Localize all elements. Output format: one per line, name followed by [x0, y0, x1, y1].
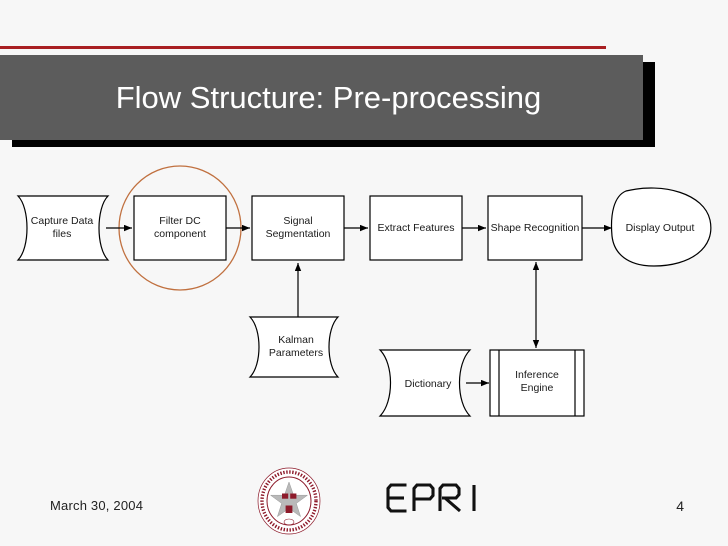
node-label: Parameters — [269, 347, 323, 359]
slide: Flow Structure: Pre-processing Capture D… — [0, 0, 728, 546]
node-extract-features: Extract Features — [369, 195, 463, 261]
node-label: Shape Recognition — [491, 222, 580, 234]
node-label: files — [53, 228, 72, 240]
node-dictionary: Dictionary — [378, 349, 472, 417]
node-label: Display Output — [626, 222, 695, 234]
node-label: Filter DC — [159, 215, 201, 227]
title-rule — [0, 46, 606, 49]
footer-date: March 30, 2004 — [50, 498, 144, 513]
node-label: Inference — [515, 369, 559, 381]
university-seal-logo — [254, 466, 324, 536]
footer-page-number: 4 — [676, 498, 684, 514]
title-bar: Flow Structure: Pre-processing — [0, 55, 643, 140]
epri-logo — [385, 482, 489, 514]
node-shape-recognition: Shape Recognition — [487, 195, 583, 261]
node-filter-dc-component: Filter DC component — [133, 195, 227, 261]
page-title: Flow Structure: Pre-processing — [115, 79, 542, 115]
node-label: Dictionary — [405, 378, 452, 390]
node-label: Kalman — [278, 334, 314, 346]
node-label: Engine — [521, 382, 554, 394]
flowchart: Capture Data files Filter DC component S… — [0, 150, 728, 450]
node-label: Extract Features — [377, 222, 454, 234]
node-label: Segmentation — [266, 228, 331, 240]
node-label: Capture Data — [31, 215, 94, 227]
node-capture-data-files: Capture Data files — [16, 195, 110, 261]
node-label: Signal — [283, 215, 312, 227]
node-signal-segmentation: Signal Segmentation — [251, 195, 345, 261]
node-inference-engine: Inference Engine — [489, 349, 585, 417]
node-display-output: Display Output — [610, 187, 712, 267]
node-kalman-parameters: Kalman Parameters — [248, 316, 340, 378]
node-label: component — [154, 228, 206, 240]
